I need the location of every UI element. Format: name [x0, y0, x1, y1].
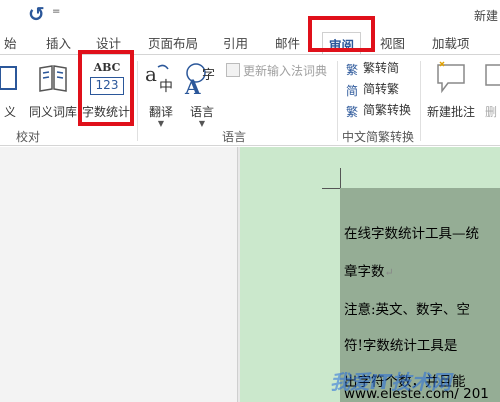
- tab-view[interactable]: 视图: [380, 33, 405, 52]
- group-separator: [137, 61, 138, 141]
- define-label: 义: [3, 105, 16, 119]
- define-button[interactable]: 义: [0, 61, 20, 127]
- traditional-to-simplified-label: 繁转简: [363, 61, 400, 75]
- tab-addins[interactable]: 加载项: [432, 33, 470, 52]
- chevron-down-icon: ▼: [198, 119, 206, 128]
- document-line: 在线字数统计工具—统: [344, 226, 479, 242]
- simplified-to-traditional-icon: 简: [346, 84, 359, 98]
- language-icon: A 字: [184, 63, 215, 97]
- update-ime-dictionary-button[interactable]: 更新输入法词典: [226, 61, 327, 81]
- dictionary-icon: [226, 63, 240, 77]
- traditional-to-simplified-button[interactable]: 繁繁转简: [346, 58, 399, 78]
- svg-text:A: A: [184, 75, 201, 97]
- word-count-highlight: [78, 50, 134, 126]
- tab-start[interactable]: 始: [4, 33, 17, 52]
- svg-text:a: a: [145, 62, 157, 86]
- svg-text:字: 字: [202, 68, 215, 83]
- translate-icon: a 中: [145, 62, 173, 95]
- review-tab-highlight: [308, 16, 375, 52]
- chinese-conversion-group-label: 中文简繁转换: [342, 130, 415, 144]
- delete-comment-label: 删: [484, 105, 497, 119]
- simplified-to-traditional-label: 简转繁: [363, 82, 400, 96]
- delete-comment-icon: [485, 64, 500, 86]
- paragraph-mark-icon: ↵: [384, 266, 394, 279]
- chevron-down-icon: ▼: [157, 119, 165, 128]
- margin-corner-mark: [340, 168, 341, 188]
- proofing-group-label: 校对: [16, 130, 41, 144]
- language-label: 语言: [189, 105, 214, 119]
- update-ime-dictionary-label: 更新输入法词典: [243, 64, 328, 78]
- margin-corner-mark: [322, 188, 340, 189]
- new-comment-button[interactable]: 新建批注: [424, 61, 478, 127]
- chinese-conversion-label: 简繁转换: [363, 103, 412, 117]
- new-comment-icon: [437, 61, 465, 94]
- ribbon: 义 同义词库 ABC 123 字数统计 校对 a 中 翻译 ▼ A 字 语言 ▼…: [0, 54, 500, 146]
- document-title: 新建: [473, 9, 498, 23]
- navigation-pane: [0, 147, 238, 402]
- new-comment-label: 新建批注: [426, 105, 475, 119]
- ribbon-tabs: 始 插入 设计 页面布局 引用 邮件 审阅 视图 加载项: [0, 28, 500, 58]
- svg-text:中: 中: [159, 79, 173, 95]
- book-icon: [39, 65, 67, 92]
- document-line: 注意:英文、数字、空: [344, 302, 471, 318]
- translate-button[interactable]: a 中 翻译 ▼: [142, 61, 180, 128]
- tab-insert[interactable]: 插入: [46, 33, 71, 52]
- thesaurus-label: 同义词库: [28, 105, 77, 119]
- thesaurus-button[interactable]: 同义词库: [26, 61, 80, 127]
- watermark: 我爱IT技术网: [330, 370, 452, 394]
- translate-label: 翻译: [148, 105, 173, 119]
- title-bar: ↺ = 新建: [0, 0, 500, 28]
- document-line: 符!字数统计工具是: [344, 338, 458, 354]
- document-line: 章字数↵: [344, 260, 394, 280]
- tab-references[interactable]: 引用: [223, 33, 248, 52]
- chinese-conversion-icon: 繁: [346, 105, 359, 119]
- group-separator: [420, 61, 421, 141]
- language-group-label: 语言: [222, 130, 247, 144]
- undo-icon[interactable]: ↺: [28, 2, 45, 26]
- chinese-conversion-button[interactable]: 繁简繁转换: [346, 100, 411, 120]
- document-line-text: 章字数: [344, 264, 385, 280]
- simplified-to-traditional-button[interactable]: 简简转繁: [346, 79, 399, 99]
- language-button[interactable]: A 字 语言 ▼: [182, 61, 222, 128]
- group-separator: [337, 61, 338, 141]
- quick-access-more-icon[interactable]: =: [52, 6, 60, 17]
- tab-mailings[interactable]: 邮件: [275, 33, 300, 52]
- search-icon: [0, 66, 17, 90]
- traditional-to-simplified-icon: 繁: [346, 63, 359, 77]
- tab-page-layout[interactable]: 页面布局: [148, 33, 198, 52]
- delete-comment-button[interactable]: 删: [482, 61, 500, 127]
